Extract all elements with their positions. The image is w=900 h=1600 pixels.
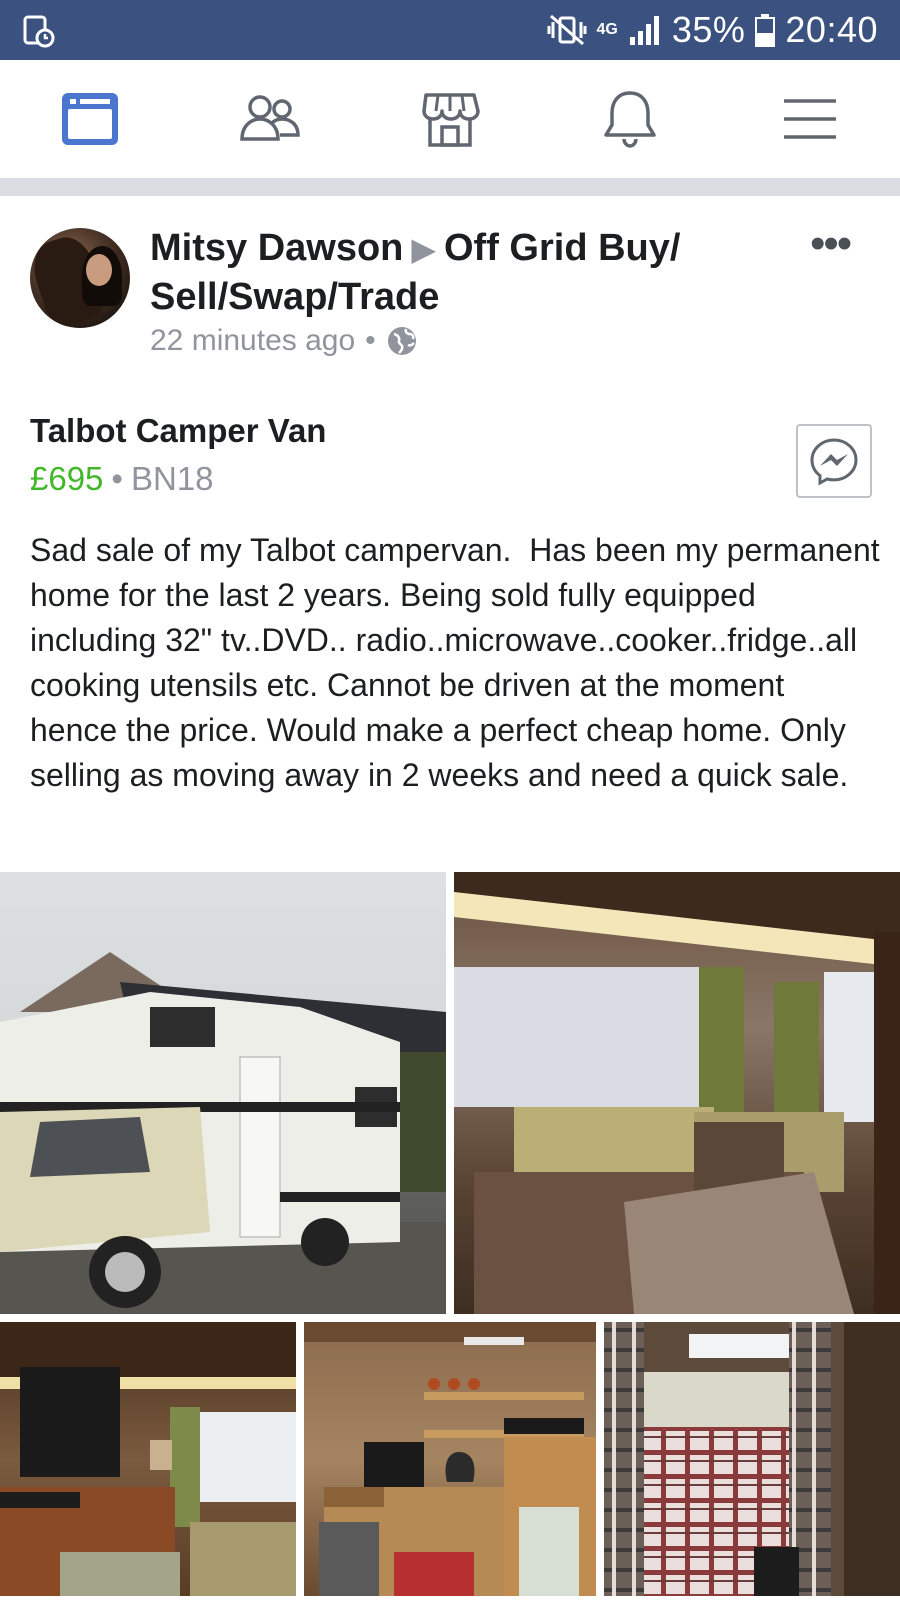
vibrate-icon <box>547 14 586 46</box>
listing-location: BN18 <box>130 460 214 497</box>
more-options-button[interactable]: ••• <box>810 222 858 266</box>
listing-title: Talbot Camper Van <box>30 412 327 449</box>
top-nav-bar <box>0 60 900 180</box>
signal-icon <box>629 16 659 45</box>
listing-description: Sad sale of my Talbot campervan. Has bee… <box>30 532 889 793</box>
friends-icon <box>240 95 300 141</box>
network-type: 4G <box>596 21 618 38</box>
author-name[interactable]: Mitsy Dawson <box>150 227 403 269</box>
photo-camper-kitchen[interactable] <box>304 1322 596 1596</box>
author-avatar[interactable] <box>30 228 130 328</box>
messenger-icon <box>810 438 858 486</box>
post-header-title: Mitsy Dawson ▶ Off Grid Buy/ Sell/Swap/Tra… <box>150 224 750 321</box>
status-bar: 4G 35% 20:40 <box>0 0 900 60</box>
message-seller-button[interactable] <box>796 424 872 498</box>
marketplace-post: Mitsy Dawson ▶ Off Grid Buy/ Sell/Swap/Tra… <box>0 196 900 1600</box>
menu-icon <box>784 99 836 139</box>
news-feed-icon <box>62 93 118 145</box>
notifications-icon <box>604 91 656 148</box>
battery-icon <box>755 14 776 47</box>
feed-divider <box>0 180 900 196</box>
meta-separator: • <box>365 324 376 357</box>
listing-price: £695 <box>30 460 104 497</box>
price-separator: • <box>111 460 123 497</box>
battery-percent: 35% <box>671 9 746 50</box>
post-meta: 22 minutes ago • <box>150 324 418 358</box>
nav-tab-marketplace[interactable] <box>360 60 540 178</box>
photo-camper-seating[interactable] <box>454 872 900 1314</box>
screenshot-notification-icon <box>23 15 55 48</box>
nav-tab-menu[interactable] <box>720 60 900 178</box>
photo-camper-tv-area[interactable] <box>0 1322 296 1596</box>
clock: 20:40 <box>785 9 878 50</box>
arrow-right-icon: ▶ <box>411 231 436 267</box>
photo-camper-exterior[interactable] <box>0 872 446 1314</box>
listing-price-row: £695 • BN18 <box>30 460 214 498</box>
marketplace-icon <box>422 93 480 147</box>
globe-icon <box>387 327 416 355</box>
nav-tab-friends[interactable] <box>180 60 360 178</box>
nav-tab-news-feed[interactable] <box>0 60 180 178</box>
nav-tab-notifications[interactable] <box>540 60 720 178</box>
photo-camper-bed[interactable] <box>604 1322 900 1596</box>
post-timestamp[interactable]: 22 minutes ago <box>150 324 355 358</box>
